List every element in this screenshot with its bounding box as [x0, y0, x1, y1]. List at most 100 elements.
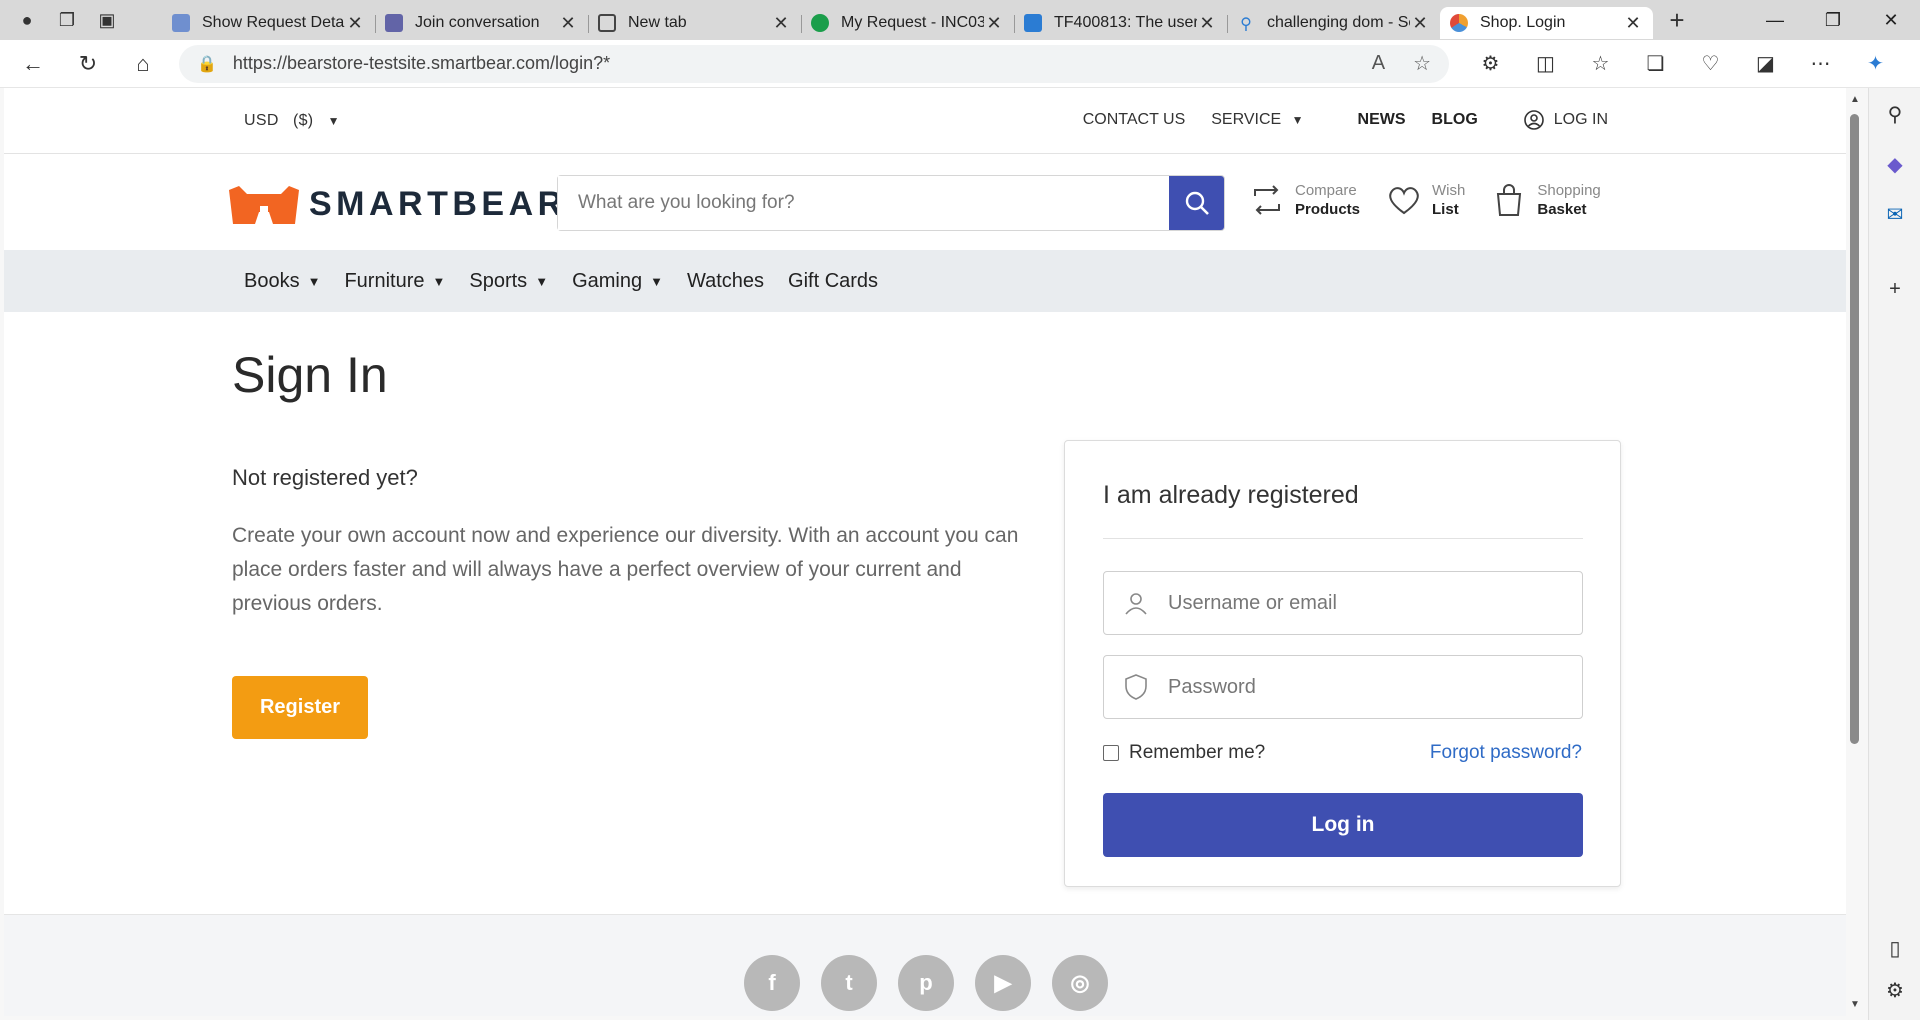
close-icon[interactable]: ✕	[1410, 13, 1430, 34]
shopping-basket-link[interactable]: Shopping Basket	[1491, 181, 1601, 219]
search-button[interactable]	[1169, 176, 1224, 230]
register-button[interactable]: Register	[232, 676, 368, 739]
site-logo[interactable]: SMARTBEAR	[229, 185, 567, 224]
read-aloud-icon[interactable]: A	[1372, 52, 1385, 75]
split-screen-icon[interactable]: ◫	[1518, 51, 1573, 76]
nav-item-watches[interactable]: Watches	[687, 270, 764, 293]
nav-item-furniture[interactable]: Furniture ▼	[344, 270, 445, 293]
header-actions: Compare Products Wish List Shopping Basket	[1249, 181, 1601, 219]
copilot-sidebar-icon[interactable]: ◆	[1869, 152, 1920, 177]
username-field[interactable]	[1103, 571, 1583, 635]
edge-sidebar: ⚲ ◆ ✉ + ▯ ⚙	[1868, 88, 1920, 1020]
login-link[interactable]: LOG IN	[1523, 110, 1608, 130]
add-icon[interactable]: +	[1869, 278, 1920, 301]
home-icon[interactable]: ⌂	[121, 44, 165, 84]
lock-icon[interactable]: 🔒	[197, 54, 217, 74]
nav-label: Watches	[686, 269, 765, 292]
browser-tab[interactable]: Show Request Details ✕	[162, 7, 375, 39]
nav-item-gaming[interactable]: Gaming ▼	[572, 270, 663, 293]
extensions-icon[interactable]: ⚙	[1463, 51, 1518, 76]
close-icon[interactable]: ✕	[558, 13, 578, 34]
tab-title: Join conversation	[415, 14, 540, 31]
instagram-icon[interactable]: ◎	[1052, 955, 1108, 1011]
close-icon[interactable]: ✕	[1197, 13, 1217, 34]
search-box	[557, 175, 1225, 231]
wish-list-link[interactable]: Wish List	[1386, 181, 1465, 219]
chevron-down-icon: ▼	[1291, 113, 1304, 127]
refresh-icon[interactable]: ↻	[66, 44, 110, 84]
copilot-icon[interactable]: ✦	[1848, 51, 1903, 76]
compare-icon	[1254, 185, 1280, 215]
web-page: USD ($) ▼ CONTACT US SERVICE ▼ NEWS BLOG…	[4, 88, 1846, 1016]
heart-icon	[1389, 187, 1419, 215]
remember-checkbox[interactable]	[1103, 745, 1119, 761]
hide-sidebar-icon[interactable]: ▯	[1869, 936, 1920, 961]
register-description: Create your own account now and experien…	[232, 524, 1019, 615]
news-link[interactable]: NEWS	[1358, 111, 1406, 129]
close-icon[interactable]: ✕	[345, 13, 365, 34]
browser-tab[interactable]: TF400813: The user ✕	[1014, 7, 1227, 39]
tab-favicon-icon: ⚲	[1240, 16, 1252, 33]
username-input[interactable]	[1168, 591, 1582, 615]
settings-icon[interactable]: ⚙	[1869, 978, 1920, 1003]
performance-icon[interactable]: ◪	[1738, 51, 1793, 76]
more-menu-icon[interactable]: ⋯	[1793, 51, 1848, 76]
divider	[1103, 538, 1583, 539]
page-scrollbar[interactable]: ▲ ▼	[1846, 92, 1864, 1012]
window-controls: — ❐ ✕	[1746, 0, 1920, 40]
favorite-star-icon[interactable]: ☆	[1413, 51, 1431, 76]
search-icon[interactable]: ⚲	[1869, 102, 1920, 127]
wish-line-2: List	[1432, 201, 1459, 218]
workspaces-icon[interactable]: ❐	[54, 7, 80, 33]
service-menu[interactable]: SERVICE ▼	[1211, 111, 1303, 129]
scrollbar-thumb[interactable]	[1850, 114, 1859, 744]
contact-link[interactable]: CONTACT US	[1083, 111, 1186, 129]
minimize-icon[interactable]: —	[1746, 0, 1804, 40]
browser-tab[interactable]: My Request - INC0312✕	[801, 7, 1014, 39]
top-links: CONTACT US SERVICE ▼ NEWS BLOG LOG IN	[1083, 110, 1608, 130]
scroll-down-icon[interactable]: ▼	[1850, 999, 1860, 1010]
favorites-icon[interactable]: ☆	[1573, 51, 1628, 76]
vertical-tabs-icon[interactable]: ▣	[94, 7, 120, 33]
collections-icon[interactable]: ❏	[1628, 51, 1683, 76]
address-toolbar: ← ↻ ⌂ 🔒 https://bearstore-testsite.smart…	[0, 40, 1920, 88]
tab-title: Shop. Login	[1480, 14, 1566, 31]
browser-essentials-icon[interactable]: ♡	[1683, 51, 1738, 76]
close-icon[interactable]: ✕	[1623, 13, 1643, 34]
blog-link[interactable]: BLOG	[1432, 111, 1478, 129]
currency-selector[interactable]: USD ($) ▼	[244, 112, 340, 130]
nav-item-books[interactable]: Books ▼	[244, 270, 320, 293]
browser-tab[interactable]: Join conversation ✕	[375, 7, 588, 39]
basket-line-2: Basket	[1537, 201, 1587, 218]
tab-favicon-icon	[1024, 14, 1042, 32]
facebook-icon[interactable]: f	[744, 955, 800, 1011]
close-window-icon[interactable]: ✕	[1862, 0, 1920, 40]
browser-tab[interactable]: ⚲ challenging dom - Search✕	[1227, 7, 1440, 39]
browser-tab[interactable]: New tab ✕	[588, 7, 801, 39]
youtube-icon[interactable]: ▶	[975, 955, 1031, 1011]
login-button[interactable]: Log in	[1103, 793, 1583, 857]
close-icon[interactable]: ✕	[771, 13, 791, 34]
close-icon[interactable]: ✕	[984, 13, 1004, 34]
back-icon[interactable]: ←	[11, 44, 55, 84]
pinterest-icon[interactable]: p	[898, 955, 954, 1011]
scroll-up-icon[interactable]: ▲	[1850, 94, 1860, 105]
restore-icon[interactable]: ❐	[1804, 0, 1862, 40]
outlook-icon[interactable]: ✉	[1869, 202, 1920, 227]
search-input[interactable]	[558, 176, 1169, 230]
browser-tab-active[interactable]: Shop. Login ✕	[1440, 7, 1653, 39]
compare-products-link[interactable]: Compare Products	[1249, 181, 1360, 219]
url-text[interactable]: https://bearstore-testsite.smartbear.com…	[233, 53, 1344, 74]
remember-me[interactable]: Remember me?	[1103, 742, 1265, 764]
url-bar[interactable]: 🔒 https://bearstore-testsite.smartbear.c…	[179, 44, 1449, 83]
profile-icon[interactable]: ●	[14, 7, 40, 33]
twitter-icon[interactable]: t	[821, 955, 877, 1011]
nav-item-gift-cards[interactable]: Gift Cards	[788, 270, 878, 293]
password-field[interactable]	[1103, 655, 1583, 719]
chevron-down-icon: ▼	[327, 114, 340, 128]
forgot-password-link[interactable]: Forgot password?	[1430, 742, 1582, 764]
password-input[interactable]	[1168, 675, 1582, 699]
nav-item-sports[interactable]: Sports ▼	[469, 270, 548, 293]
new-tab-button[interactable]: +	[1657, 5, 1697, 36]
remember-label: Remember me?	[1129, 742, 1266, 763]
